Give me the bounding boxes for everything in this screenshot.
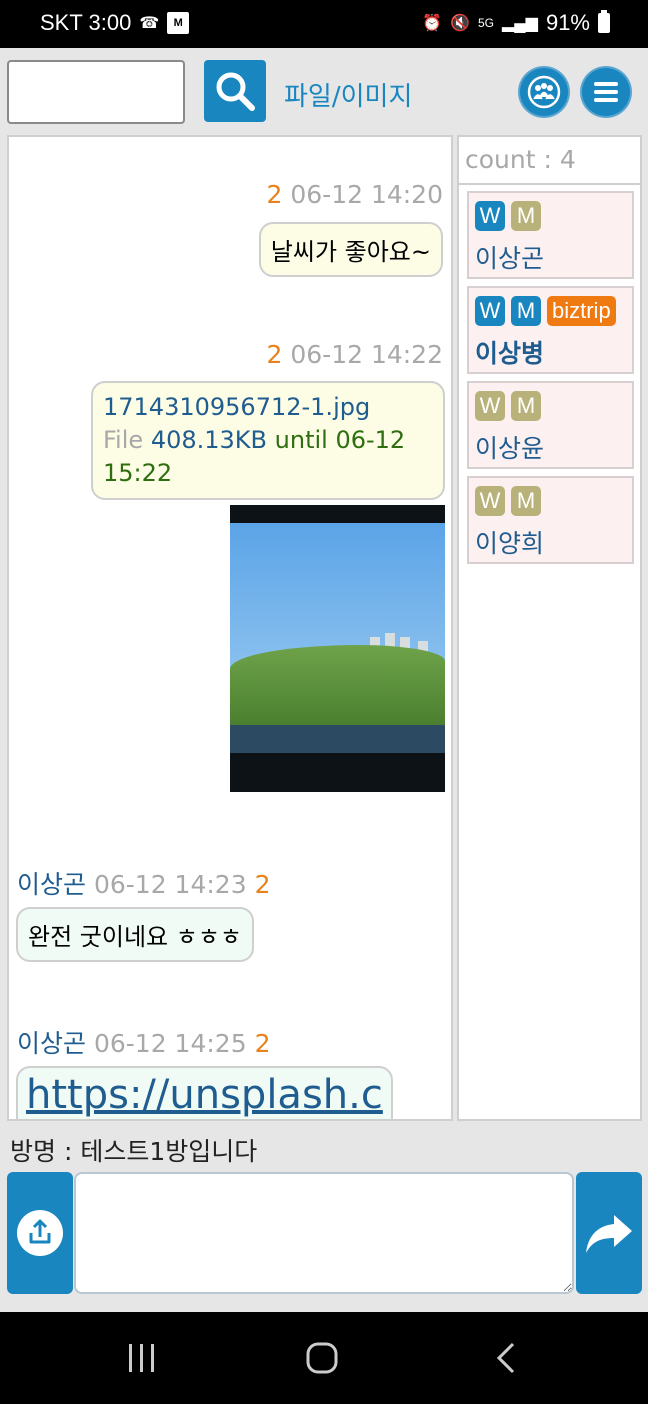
participant-item[interactable]: W M biztrip 이상병 (467, 286, 634, 374)
home-button[interactable] (302, 1340, 342, 1376)
message-bubble[interactable]: 완전 굿이네요 ㅎㅎㅎ (16, 907, 254, 962)
message-text: 날씨가 좋아요~ (270, 238, 431, 266)
battery-percent: 91% (545, 10, 590, 35)
send-button[interactable] (576, 1172, 642, 1294)
upload-icon (17, 1210, 63, 1256)
mstock-app-icon: M (167, 12, 190, 34)
mobile-badge: M (511, 296, 541, 326)
divider (459, 183, 640, 185)
mobile-badge: M (511, 201, 541, 231)
mobile-badge: M (511, 486, 541, 516)
message-text: 완전 굿이네요 ㅎㅎㅎ (28, 923, 242, 951)
carrier-time: SKT 3:00 (40, 10, 132, 35)
file-label: File (103, 426, 144, 454)
photo-hill (230, 645, 445, 725)
status-badges: W M (475, 391, 541, 421)
message-input[interactable] (74, 1172, 574, 1294)
participant-count: count : 4 (465, 145, 576, 174)
search-button[interactable] (204, 60, 266, 122)
web-badge: W (475, 201, 505, 231)
status-left: SKT 3:00 ☎ M (40, 10, 190, 36)
top-toolbar: 파일/이미지 (0, 48, 648, 134)
alarm-icon: ⏰ (422, 15, 443, 32)
room-name: 방명 : 테스트1방입니다 (10, 1137, 258, 1166)
unread-count: 2 (254, 1029, 271, 1058)
status-badges: W M (475, 201, 541, 231)
participant-item[interactable]: W M 이상윤 (467, 381, 634, 469)
back-icon (496, 1342, 515, 1374)
mute-icon: 🔇 (450, 15, 470, 32)
status-badges: W M (475, 486, 541, 516)
web-badge: W (475, 296, 505, 326)
participant-name: 이상병 (475, 339, 545, 368)
participant-name: 이양희 (475, 529, 545, 558)
search-input[interactable] (7, 60, 185, 124)
system-nav-bar (0, 1312, 648, 1404)
menu-button[interactable] (582, 68, 630, 116)
message-meta: 이상곤 06-12 14:23 2 (17, 865, 270, 901)
battery-icon (598, 10, 610, 33)
upload-button[interactable] (7, 1172, 73, 1294)
status-bar: SKT 3:00 ☎ M ⏰ 🔇 5G ▂▄▆ 91% (0, 0, 648, 48)
network-icon: 5G (477, 16, 494, 30)
message-time: 06-12 14:20 (290, 180, 443, 209)
participants-button[interactable] (520, 68, 568, 116)
message-time: 06-12 14:22 (290, 340, 443, 369)
file-bubble[interactable]: 1714310956712-1.jpg File 408.13KB until … (91, 381, 445, 500)
message-time: 06-12 14:23 (93, 870, 247, 899)
home-icon (306, 1342, 338, 1374)
volte-icon: ☎ (139, 15, 160, 32)
message-bubble[interactable]: 날씨가 좋아요~ (258, 222, 443, 277)
web-badge: W (475, 391, 505, 421)
hamburger-icon (594, 82, 618, 102)
sender-name[interactable]: 이상곤 (17, 1029, 86, 1058)
biztrip-badge: biztrip (547, 296, 616, 326)
recent-apps-icon (129, 1344, 154, 1372)
participants-panel: count : 4 W M 이상곤 W M biztrip 이상병 W M 이상… (457, 135, 642, 1121)
send-arrow-icon (586, 1215, 632, 1253)
participant-item[interactable]: W M 이양희 (467, 476, 634, 564)
file-image-link[interactable]: 파일/이미지 (284, 76, 412, 113)
photo-window-sill (230, 725, 445, 753)
unread-count: 2 (266, 180, 283, 209)
search-icon (216, 72, 255, 111)
file-name[interactable]: 1714310956712-1.jpg (103, 391, 433, 424)
unread-count: 2 (266, 340, 283, 369)
message-meta: 2 06-12 14:22 (267, 340, 444, 369)
image-attachment[interactable] (230, 505, 445, 792)
back-button[interactable] (486, 1340, 526, 1376)
link-bubble[interactable]: https://unsplash.c (16, 1066, 393, 1119)
people-icon (527, 75, 561, 109)
chat-panel[interactable]: 2 06-12 14:20 날씨가 좋아요~ 2 06-12 14:22 171… (7, 135, 453, 1121)
unread-count: 2 (254, 870, 271, 899)
sender-name[interactable]: 이상곤 (17, 870, 86, 899)
status-badges: W M biztrip (475, 296, 616, 326)
status-right: ⏰ 🔇 5G ▂▄▆ 91% (422, 10, 610, 36)
mobile-badge: M (511, 391, 541, 421)
message-link[interactable]: https://unsplash.c (26, 1072, 383, 1118)
participant-name: 이상곤 (475, 244, 545, 273)
message-meta: 이상곤 06-12 14:25 2 (17, 1024, 270, 1060)
signal-icon: ▂▄▆ (502, 15, 538, 32)
message-time: 06-12 14:25 (93, 1029, 247, 1058)
participant-item[interactable]: W M 이상곤 (467, 191, 634, 279)
message-meta: 2 06-12 14:20 (267, 180, 444, 209)
recent-apps-button[interactable] (122, 1340, 162, 1376)
file-size: 408.13KB (150, 426, 267, 454)
web-badge: W (475, 486, 505, 516)
participant-name: 이상윤 (475, 434, 545, 463)
